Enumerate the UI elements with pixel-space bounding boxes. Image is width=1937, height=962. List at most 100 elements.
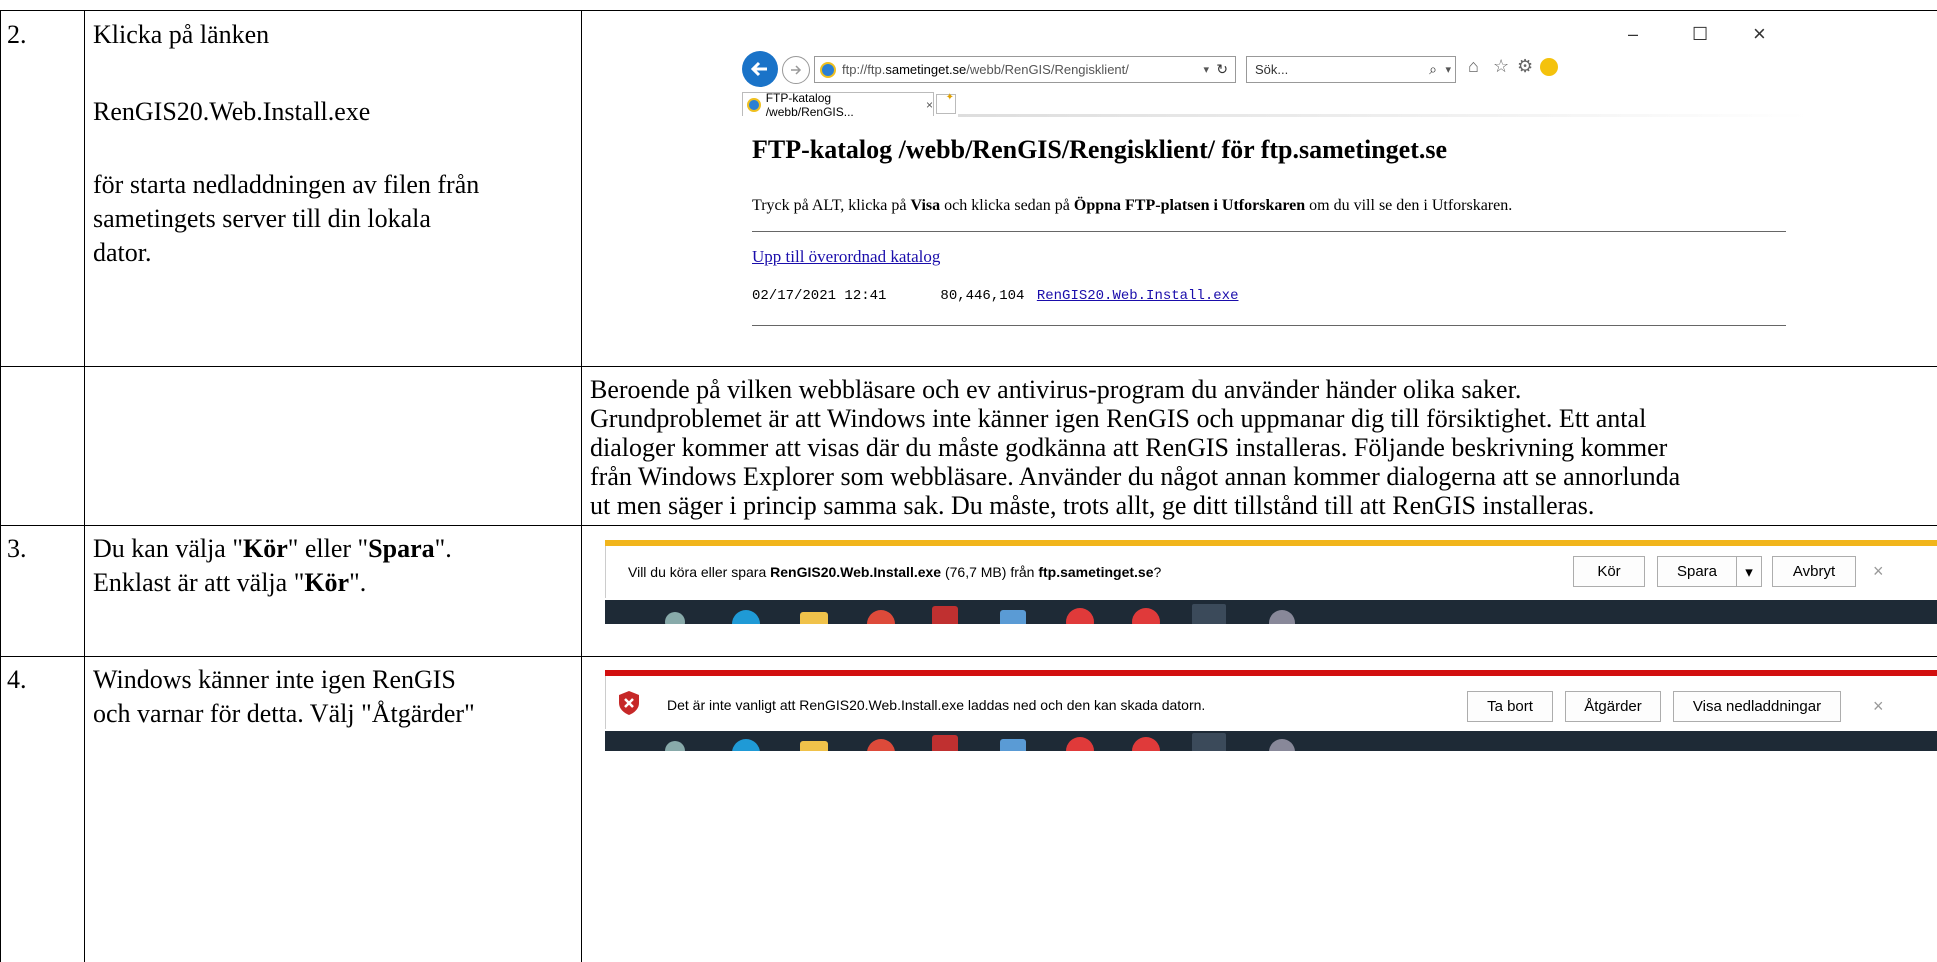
window-maximize-button[interactable]: ☐	[1692, 24, 1708, 45]
download-message: Vill du köra eller spara RenGIS20.Web.In…	[628, 564, 1161, 580]
new-tab-button[interactable]: ✦	[936, 92, 956, 114]
listing-row: 02/17/2021 12:41 80,446,104 RenGIS20.Web.…	[752, 288, 1238, 304]
search-icon[interactable]: ⌕	[1429, 61, 1437, 78]
taskbar-app-icon[interactable]	[1269, 739, 1295, 751]
text-run: Enklast är att välja "	[93, 568, 305, 597]
save-button[interactable]: Spara	[1657, 556, 1737, 587]
taskbar-edge-icon[interactable]	[732, 739, 760, 751]
taskbar-folder-icon[interactable]	[800, 612, 828, 624]
delete-button[interactable]: Ta bort	[1467, 691, 1553, 722]
address-bar[interactable]: ftp://ftp. sametinget.se/webb/RenGIS/Reng…	[814, 56, 1236, 83]
text-run: ?	[1153, 564, 1162, 580]
taskbar-chrome-icon[interactable]	[867, 610, 895, 624]
taskbar	[605, 731, 1937, 751]
dropdown-icon[interactable]: ▾	[1203, 63, 1209, 76]
instruction-text: Klicka på länken	[93, 20, 270, 49]
col-divider-2	[581, 10, 582, 962]
back-button[interactable]	[742, 51, 778, 87]
instruction-text: Windows känner inte igen RenGIS	[93, 665, 456, 694]
taskbar-app-icon[interactable]	[1132, 737, 1160, 751]
close-icon[interactable]: ×	[1873, 561, 1884, 582]
taskbar-task-view-icon[interactable]	[665, 612, 685, 624]
warning-message: Det är inte vanligt att RenGIS20.Web.Ins…	[667, 697, 1206, 713]
taskbar-ie-icon[interactable]	[1192, 604, 1226, 624]
taskbar-app-icon[interactable]	[1000, 739, 1026, 751]
ie-tab-icon	[747, 97, 761, 112]
hint-text: Tryck på ALT, klicka på	[752, 197, 911, 214]
taskbar-app-icon[interactable]	[1269, 610, 1295, 624]
hint-text: om du vill se den i Utforskaren.	[1305, 197, 1513, 214]
text-run: Vill du köra eller spara	[628, 564, 771, 580]
search-input[interactable]: Sök...	[1255, 62, 1288, 77]
table-border-left	[0, 10, 1, 962]
hint-text: och klicka sedan på	[940, 197, 1074, 214]
settings-gear-icon[interactable]: ⚙	[1517, 56, 1533, 77]
address-path: /webb/RenGIS/Rengisklient/	[966, 62, 1129, 77]
taskbar-app-icon[interactable]	[1132, 608, 1160, 624]
download-bar-warning: Det är inte vanligt att RenGIS20.Web.Ins…	[605, 670, 1937, 751]
instruction-filename: RenGIS20.Web.Install.exe	[93, 97, 371, 126]
tab-strip-gradient	[958, 114, 1810, 117]
search-box[interactable]: Sök... ⌕ ▾	[1246, 56, 1456, 83]
page-hint: Tryck på ALT, klicka på Visa och klicka …	[752, 197, 1512, 215]
tab-close-icon[interactable]: ×	[926, 98, 933, 112]
taskbar-app-icon[interactable]	[1000, 610, 1026, 624]
text-run: (76,7 MB) från	[941, 564, 1039, 580]
file-download-link[interactable]: RenGIS20.Web.Install.exe	[1037, 288, 1239, 304]
window-minimize-button[interactable]: –	[1628, 24, 1638, 45]
row-divider-3	[0, 656, 1937, 657]
shield-warning-icon	[618, 690, 640, 716]
smiley-feedback-icon[interactable]	[1540, 58, 1558, 76]
save-dropdown-button[interactable]: ▾	[1736, 556, 1762, 587]
hint-open-ftp: Öppna FTP-platsen i Utforskaren	[1073, 197, 1306, 214]
search-dropdown-icon[interactable]: ▾	[1445, 63, 1451, 76]
new-tab-icon: ✦	[945, 92, 954, 103]
text-run-bold: Kör	[304, 568, 350, 597]
taskbar-app-icon[interactable]	[932, 735, 958, 751]
run-button[interactable]: Kör	[1573, 556, 1645, 587]
taskbar-edge-icon[interactable]	[732, 610, 760, 624]
back-arrow-icon	[750, 61, 767, 77]
instruction-text: och varnar för detta. Välj "Åtgärder"	[93, 699, 475, 728]
close-icon[interactable]: ×	[1873, 696, 1884, 717]
actions-button[interactable]: Åtgärder	[1565, 691, 1661, 722]
text-run-bold: Kör	[242, 534, 288, 563]
page-heading: FTP-katalog /webb/RenGIS/Rengisklient/ f…	[752, 135, 1448, 164]
paragraph-line: ut men säger i princip samma sak. Du mås…	[590, 491, 1595, 520]
hr-divider	[752, 231, 1786, 232]
show-downloads-button[interactable]: Visa nedladdningar	[1673, 691, 1841, 722]
taskbar-chrome-icon[interactable]	[867, 739, 895, 751]
tab-ftp-catalog[interactable]: FTP-katalog /webb/RenGIS... ×	[742, 90, 934, 119]
browser-window: – ☐ × ftp://ftp. sametinget.se/webb/RenGI…	[730, 18, 1810, 338]
address-prefix: ftp://ftp.	[842, 62, 886, 77]
col-divider-1	[84, 10, 85, 962]
taskbar-task-view-icon[interactable]	[665, 741, 685, 751]
text-run-bold: ftp.sametinget.se	[1038, 564, 1154, 580]
text-run: ".	[434, 534, 452, 563]
favorites-star-icon[interactable]: ☆	[1493, 56, 1509, 77]
text-run: " eller "	[287, 534, 369, 563]
text-run-bold: Spara	[368, 534, 435, 563]
tab-title: FTP-katalog /webb/RenGIS...	[765, 90, 854, 119]
taskbar-ie-icon[interactable]	[1192, 733, 1226, 751]
instruction-text: sametingets server till din lokala	[93, 204, 431, 233]
taskbar-app-icon[interactable]	[1066, 608, 1094, 624]
window-close-button[interactable]: ×	[1753, 21, 1766, 47]
taskbar	[605, 600, 1937, 624]
download-bar-run-save: Vill du köra eller spara RenGIS20.Web.In…	[605, 540, 1937, 624]
parent-directory-link[interactable]: Upp till överordnad katalog	[752, 247, 940, 267]
forward-button[interactable]	[782, 56, 810, 84]
taskbar-folder-icon[interactable]	[800, 741, 828, 751]
taskbar-app-icon[interactable]	[932, 606, 958, 624]
refresh-icon[interactable]: ↻	[1216, 61, 1228, 78]
taskbar-app-icon[interactable]	[1066, 737, 1094, 751]
instruction-text: Du kan välja "Kör" eller "Spara".	[93, 532, 452, 566]
listing-size: 80,446,104	[940, 288, 1025, 304]
hr-divider	[752, 325, 1786, 326]
instruction-text: för starta nedladdningen av filen från	[93, 170, 480, 199]
cancel-button[interactable]: Avbryt	[1772, 556, 1856, 587]
address-domain: sametinget.se	[885, 62, 967, 77]
text-run: ".	[349, 568, 367, 597]
forward-arrow-icon	[791, 65, 802, 75]
home-icon[interactable]: ⌂	[1468, 56, 1479, 77]
